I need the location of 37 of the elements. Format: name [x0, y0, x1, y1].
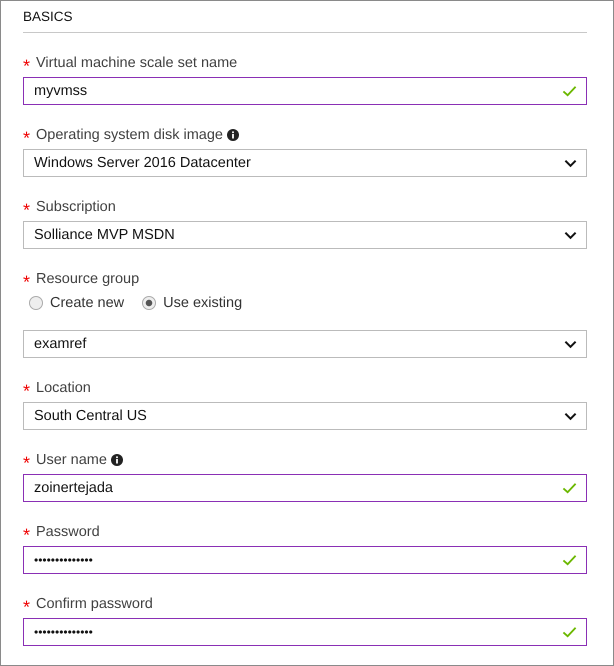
- chevron-down-icon: [564, 340, 577, 348]
- dropdown[interactable]: South Central US: [23, 402, 587, 430]
- dropdown[interactable]: Solliance MVP MSDN: [23, 221, 587, 249]
- field-label: User name: [36, 452, 107, 468]
- dropdown[interactable]: examref: [23, 330, 587, 358]
- required-asterisk: *: [23, 452, 30, 470]
- required-asterisk: *: [23, 54, 30, 72]
- chevron-down-icon: [564, 230, 577, 240]
- field-label: Location: [36, 380, 91, 396]
- radio-icon: [29, 296, 43, 310]
- field-label: Virtual machine scale set name: [36, 55, 238, 71]
- required-asterisk: *: [23, 596, 30, 614]
- dropdown[interactable]: Windows Server 2016 Datacenter: [23, 149, 587, 177]
- checkmark-icon: [562, 554, 577, 566]
- field-label: Resource group: [36, 271, 140, 287]
- input-field[interactable]: zoinertejada: [23, 474, 587, 502]
- checkmark-icon: [562, 626, 577, 638]
- required-asterisk: *: [23, 524, 30, 542]
- field-label: Subscription: [36, 199, 116, 215]
- input-field[interactable]: myvmss: [23, 77, 587, 105]
- required-asterisk: *: [23, 126, 30, 144]
- field-label: Operating system disk image: [36, 127, 223, 143]
- radio-option[interactable]: Use existing: [142, 295, 242, 311]
- chevron-down-icon: [564, 158, 577, 168]
- required-asterisk: *: [23, 198, 30, 216]
- field-label: Confirm password: [36, 596, 153, 612]
- required-asterisk: *: [23, 270, 30, 288]
- input-field[interactable]: ••••••••••••••: [23, 546, 587, 574]
- checkmark-icon: [562, 85, 577, 97]
- input-field[interactable]: ••••••••••••••: [23, 618, 587, 646]
- radio-option[interactable]: Create new: [29, 295, 124, 311]
- checkmark-icon: [562, 482, 577, 494]
- radio-icon: [142, 296, 156, 310]
- section-heading: BASICS: [23, 8, 73, 26]
- required-asterisk: *: [23, 380, 30, 398]
- field-label: Password: [36, 524, 100, 540]
- chevron-down-icon: [564, 412, 577, 420]
